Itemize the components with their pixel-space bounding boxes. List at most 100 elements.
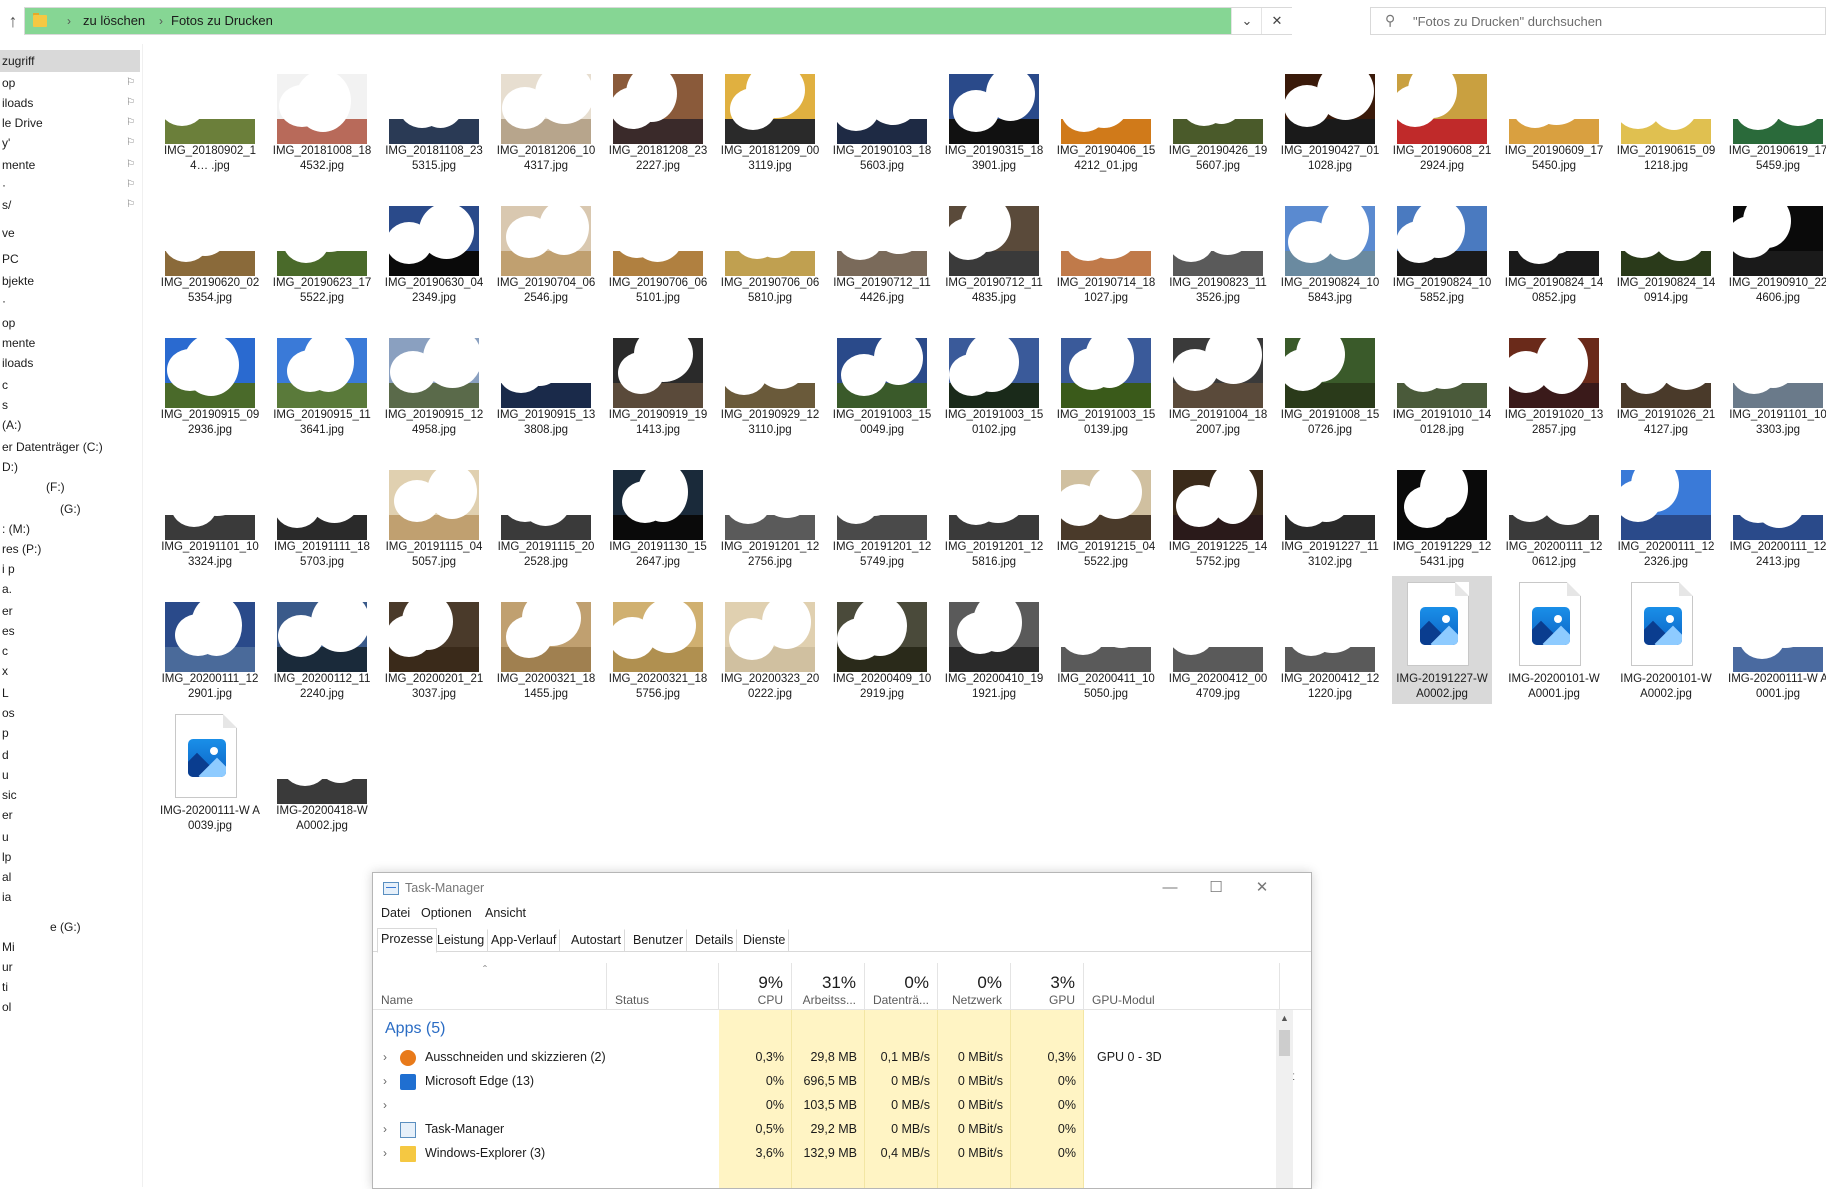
file-item[interactable]: IMG_20190623_17 5522.jpg — [272, 180, 372, 308]
file-item[interactable]: IMG_20200412_12 1220.jpg — [1280, 576, 1380, 704]
menu-datei[interactable]: Datei — [381, 906, 410, 920]
chevron-right-icon[interactable]: › — [383, 1146, 387, 1160]
tab-app-verlauf[interactable]: App-Verlauf — [487, 929, 561, 952]
file-item[interactable]: IMG_20190619_17 5459.jpg — [1728, 48, 1826, 176]
file-item[interactable]: IMG_20181208_23 2227.jpg — [608, 48, 708, 176]
chevron-right-icon[interactable]: › — [383, 1098, 387, 1112]
minimize-icon[interactable]: — — [1147, 873, 1193, 903]
file-item[interactable]: IMG_20191026_21 4127.jpg — [1616, 312, 1716, 440]
column-name[interactable]: ˆ Name — [373, 963, 607, 1009]
file-item[interactable]: IMG_20190704_06 2546.jpg — [496, 180, 596, 308]
file-item[interactable]: IMG_20190919_19 1413.jpg — [608, 312, 708, 440]
file-item[interactable]: IMG_20200321_18 5756.jpg — [608, 576, 708, 704]
tab-prozesse[interactable]: Prozesse — [377, 928, 438, 953]
file-item[interactable]: IMG_20191003_15 0049.jpg — [832, 312, 932, 440]
file-item[interactable]: IMG_20190824_14 0852.jpg — [1504, 180, 1604, 308]
file-item[interactable]: IMG_20190426_19 5607.jpg — [1168, 48, 1268, 176]
vertical-scrollbar[interactable]: ▲ — [1276, 1010, 1293, 1188]
file-item[interactable]: IMG_20200111_12 2413.jpg — [1728, 444, 1826, 572]
file-item[interactable]: IMG_20191227_11 3102.jpg — [1280, 444, 1380, 572]
file-item[interactable]: IMG_20190915_13 3808.jpg — [496, 312, 596, 440]
file-item[interactable]: IMG_20190915_12 4958.jpg — [384, 312, 484, 440]
column-network[interactable]: 0% Netzwerk — [938, 963, 1011, 1009]
file-item[interactable]: IMG_20190315_18 3901.jpg — [944, 48, 1044, 176]
file-item[interactable]: IMG_20190929_12 3110.jpg — [720, 312, 820, 440]
file-item[interactable]: IMG-20200111-W A0039.jpg — [160, 708, 260, 836]
file-item[interactable]: IMG_20190824_10 5843.jpg — [1280, 180, 1380, 308]
file-item[interactable]: IMG-20200101-W A0001.jpg — [1504, 576, 1604, 704]
file-item[interactable]: IMG_20181206_10 4317.jpg — [496, 48, 596, 176]
breadcrumb-zu-loeschen[interactable]: zu löschen — [83, 12, 145, 30]
file-item[interactable]: IMG_20190915_11 3641.jpg — [272, 312, 372, 440]
file-item[interactable]: IMG_20191229_12 5431.jpg — [1392, 444, 1492, 572]
file-item[interactable]: IMG_20180902_14… .jpg — [160, 48, 260, 176]
file-item[interactable]: IMG_20190706_06 5810.jpg — [720, 180, 820, 308]
file-item[interactable]: IMG_20190824_10 5852.jpg — [1392, 180, 1492, 308]
file-item[interactable]: IMG_20200111_12 0612.jpg — [1504, 444, 1604, 572]
file-item[interactable]: IMG_20190706_06 5101.jpg — [608, 180, 708, 308]
file-item[interactable]: IMG_20191201_12 2756.jpg — [720, 444, 820, 572]
file-item[interactable]: IMG_20200410_19 1921.jpg — [944, 576, 1044, 704]
file-item[interactable]: IMG_20190910_22 4606.jpg — [1728, 180, 1826, 308]
file-item[interactable]: IMG_20191004_18 2007.jpg — [1168, 312, 1268, 440]
chevron-down-icon[interactable]: ⌄ — [1231, 8, 1262, 34]
file-item[interactable]: IMG_20190103_18 5603.jpg — [832, 48, 932, 176]
file-item[interactable]: IMG-20191227-W A0002.jpg — [1392, 576, 1492, 704]
breadcrumb-fotos-zu-drucken[interactable]: Fotos zu Drucken — [171, 12, 273, 30]
file-item[interactable]: IMG_20191010_14 0128.jpg — [1392, 312, 1492, 440]
file-item[interactable]: IMG_20200111_12 2326.jpg — [1616, 444, 1716, 572]
file-item[interactable]: IMG_20191201_12 5816.jpg — [944, 444, 1044, 572]
tab-details[interactable]: Details — [691, 929, 738, 952]
file-item[interactable]: IMG_20191215_04 5522.jpg — [1056, 444, 1156, 572]
tab-dienste[interactable]: Dienste — [739, 929, 790, 952]
column-disk[interactable]: 0% Datenträ... — [865, 963, 938, 1009]
file-item[interactable]: IMG_20191115_20 2528.jpg — [496, 444, 596, 572]
file-item[interactable]: IMG_20190823_11 3526.jpg — [1168, 180, 1268, 308]
process-row[interactable]: › Windows-Explorer (3) 3,6% 132,9 MB 0,4 MB/… — [373, 1140, 1311, 1168]
up-arrow-icon[interactable]: ↑ — [2, 10, 24, 32]
file-item[interactable]: IMG_20200111_12 2901.jpg — [160, 576, 260, 704]
file-item[interactable]: IMG_20191111_18 5703.jpg — [272, 444, 372, 572]
file-item[interactable]: IMG_20191003_15 0139.jpg — [1056, 312, 1156, 440]
file-item[interactable]: IMG_20190714_18 1027.jpg — [1056, 180, 1156, 308]
file-item[interactable]: IMG_20190427_01 1028.jpg — [1280, 48, 1380, 176]
chevron-right-icon[interactable]: › — [383, 1074, 387, 1088]
file-item[interactable]: IMG_20181008_18 4532.jpg — [272, 48, 372, 176]
maximize-icon[interactable]: ☐ — [1193, 873, 1239, 903]
file-item[interactable]: IMG_20191101_10 3303.jpg — [1728, 312, 1826, 440]
chevron-right-icon[interactable]: › — [383, 1050, 387, 1064]
tab-autostart[interactable]: Autostart — [567, 929, 626, 952]
file-item[interactable]: IMG_20190609_17 5450.jpg — [1504, 48, 1604, 176]
file-item[interactable]: IMG_20190712_11 4835.jpg — [944, 180, 1044, 308]
file-item[interactable]: IMG_20181108_23 5315.jpg — [384, 48, 484, 176]
file-item[interactable]: IMG_20191201_12 5749.jpg — [832, 444, 932, 572]
tab-leistung[interactable]: Leistung — [433, 929, 489, 952]
column-status[interactable]: Status — [607, 963, 719, 1009]
file-item[interactable]: IMG_20191225_14 5752.jpg — [1168, 444, 1268, 572]
file-item[interactable]: IMG_20200321_18 1455.jpg — [496, 576, 596, 704]
search-input[interactable]: ⚲ "Fotos zu Drucken" durchsuchen — [1370, 7, 1826, 35]
close-icon[interactable]: ✕ — [1239, 873, 1285, 903]
file-item[interactable]: IMG_20190406_15 4212_01.jpg — [1056, 48, 1156, 176]
file-item[interactable]: IMG_20181209_00 3119.jpg — [720, 48, 820, 176]
menu-optionen[interactable]: Optionen — [421, 906, 472, 920]
file-item[interactable]: IMG_20200323_20 0222.jpg — [720, 576, 820, 704]
file-item[interactable]: IMG_20200412_00 4709.jpg — [1168, 576, 1268, 704]
file-item[interactable]: IMG_20200112_11 2240.jpg — [272, 576, 372, 704]
tab-benutzer[interactable]: Benutzer — [629, 929, 688, 952]
file-item[interactable]: IMG_20191008_15 0726.jpg — [1280, 312, 1380, 440]
file-item[interactable]: IMG-20200101-W A0002.jpg — [1616, 576, 1716, 704]
column-cpu[interactable]: 9% CPU — [719, 963, 792, 1009]
column-memory[interactable]: 31% Arbeitss... — [792, 963, 865, 1009]
file-item[interactable]: IMG-20200111-W A0001.jpg — [1728, 576, 1826, 704]
file-item[interactable]: IMG_20190915_09 2936.jpg — [160, 312, 260, 440]
file-item[interactable]: IMG_20191020_13 2857.jpg — [1504, 312, 1604, 440]
file-item[interactable]: IMG_20191003_15 0102.jpg — [944, 312, 1044, 440]
close-icon[interactable]: ✕ — [1261, 8, 1292, 34]
file-item[interactable]: IMG_20190630_04 2349.jpg — [384, 180, 484, 308]
scroll-up-icon[interactable]: ▲ — [1276, 1010, 1293, 1027]
scroll-thumb[interactable] — [1279, 1030, 1290, 1056]
nav-item[interactable]: zugriff — [0, 50, 140, 72]
menu-ansicht[interactable]: Ansicht — [485, 906, 526, 920]
file-item[interactable]: IMG_20190824_14 0914.jpg — [1616, 180, 1716, 308]
